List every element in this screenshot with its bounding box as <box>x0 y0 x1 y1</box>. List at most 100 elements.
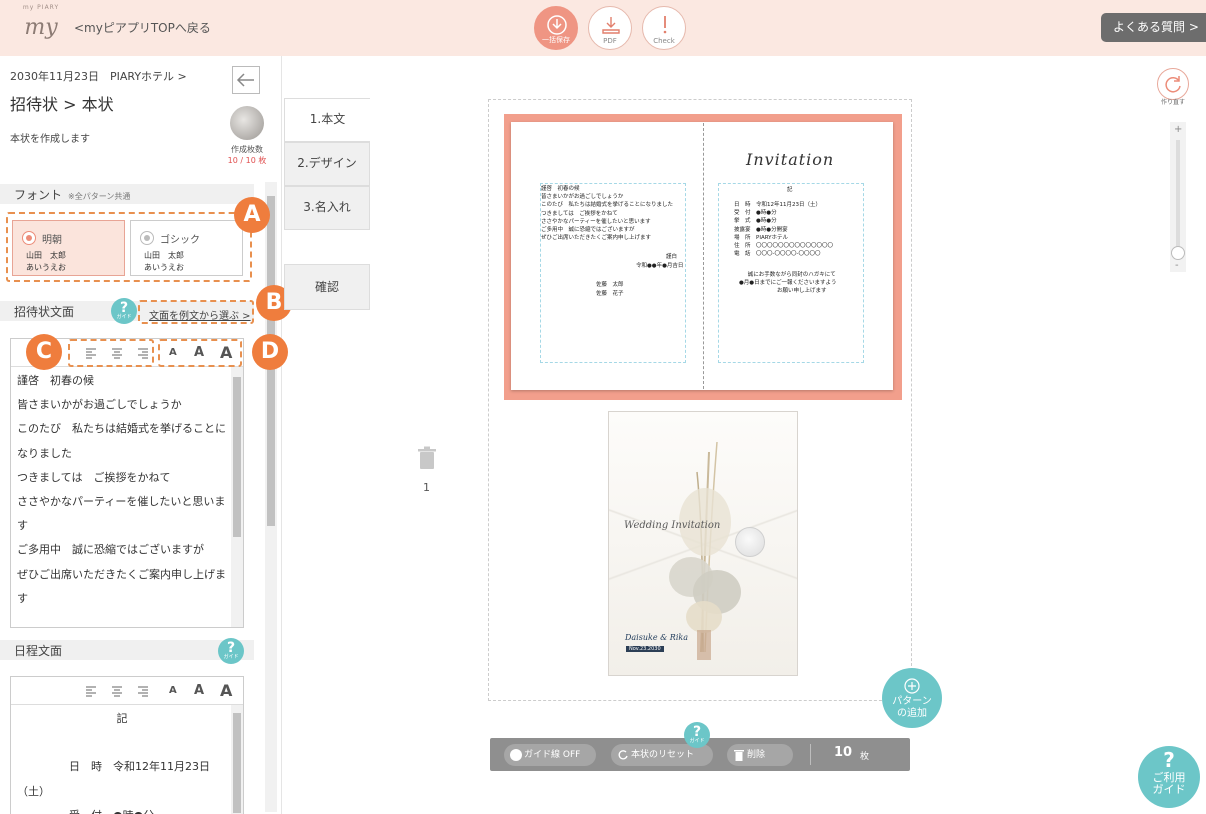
envelope-names: Daisuke & Rika <box>625 633 688 642</box>
font-section-title: フォント <box>14 188 63 202</box>
redo-label: 作り直す <box>1160 99 1185 106</box>
preview-closing: 謹白 <box>666 254 678 260</box>
usage-guide-button[interactable]: ? ご利用ガイド <box>1138 746 1200 808</box>
redo-button[interactable] <box>1157 68 1189 100</box>
bouquet-thumbnail <box>230 106 264 140</box>
schedule-editor[interactable]: A A A 記 日 時 令和12年11月23日 （土） 受 付 ●時●分 <box>10 676 244 814</box>
trash-icon <box>734 750 744 761</box>
font-size-medium[interactable]: A <box>194 683 204 698</box>
preview-right-footer: 誠にお手数ながら同封のハガキにて ●月●日までにご一報くださいますよう お願い申… <box>739 272 837 295</box>
trash-icon[interactable] <box>417 446 437 473</box>
highlight-a-box <box>6 212 252 282</box>
letter-line: す <box>17 519 28 533</box>
guide-label: ガイド <box>116 314 132 320</box>
letter-line: 謹啓 初春の候 <box>17 374 94 387</box>
page-title: 招待状 > 本状 <box>10 95 114 114</box>
confirm-button[interactable]: 確認 <box>284 264 370 310</box>
schedule-line <box>17 731 227 755</box>
add-pattern-button[interactable]: パターンの追加 <box>882 668 942 728</box>
letter-scrollbar[interactable] <box>231 367 243 627</box>
download-all-button[interactable]: 一括保存 <box>534 6 578 50</box>
guide-help-icon[interactable]: ? ガイド <box>218 638 244 664</box>
font-size-small[interactable]: A <box>169 685 177 696</box>
sheet-unit: 枚 <box>860 752 870 762</box>
question-icon: ? <box>1163 748 1175 772</box>
letter-line: ご多用中 誠に恐縮ではございますが <box>17 543 204 557</box>
preview-right-header: 記 <box>787 187 793 193</box>
letter-line: ぜひご出席いただきたくご案内申し上げま <box>17 567 226 581</box>
arrow-left-icon <box>236 73 254 87</box>
pdf-button[interactable]: PDF <box>588 6 632 50</box>
reset-icon <box>618 750 628 760</box>
add-pattern-label: パターンの追加 <box>892 696 932 719</box>
schedule-section-header: 日程文面 <box>0 640 254 660</box>
letter-line: つきましては ご挨拶をかねて <box>17 470 171 484</box>
font-section-header: フォント ※全パターン共通 <box>0 184 254 204</box>
page-subtitle: 本状を作成します <box>10 134 90 145</box>
schedule-scrollbar[interactable] <box>231 705 243 814</box>
schedule-text[interactable]: 記 日 時 令和12年11月23日 （土） 受 付 ●時●分 <box>17 707 227 814</box>
back-arrow-button[interactable] <box>232 66 260 94</box>
align-left-icon[interactable] <box>83 683 99 699</box>
wax-seal-image <box>735 527 765 557</box>
marker-a: A <box>234 197 270 233</box>
preview-name-1: 佐藤 太郎 <box>596 282 624 288</box>
refresh-icon <box>1165 76 1181 93</box>
align-center-icon[interactable] <box>109 683 125 699</box>
font-section-note: ※全パターン共通 <box>68 192 131 201</box>
letter-line: す <box>17 591 28 605</box>
highlight-d-box <box>158 339 242 367</box>
preview-left-text: 謹啓 初春の候 皆さまいかがお過ごしでしょうか このたび 私たちは結婚式を挙げる… <box>541 186 674 242</box>
highlight-c-box <box>68 339 154 367</box>
letter-text[interactable]: 謹啓 初春の候 皆さまいかがお過ごしでしょうか このたび 私たちは結婚式を挙げる… <box>17 369 227 611</box>
highlight-b-box <box>138 300 254 324</box>
faq-button[interactable]: よくある質問 > <box>1101 13 1206 42</box>
pdf-label: PDF <box>603 37 617 45</box>
pdf-download-icon <box>602 17 620 34</box>
reset-label: 本状のリセット <box>631 750 695 760</box>
zoom-in-icon[interactable]: + <box>1174 124 1182 135</box>
letter-line: ささやかなパーティーを催したいと思いま <box>17 494 226 508</box>
guide-lines-toggle[interactable]: ガイド線 OFF <box>504 744 596 766</box>
schedule-line: 日 時 令和12年11月23日 <box>69 760 210 774</box>
sheet-count: 10 <box>834 745 853 760</box>
preview-name-2: 佐藤 花子 <box>596 291 624 297</box>
guide-label: ガイド <box>223 654 239 660</box>
tab-design[interactable]: 2.デザイン <box>284 142 370 186</box>
marker-c: C <box>26 334 62 370</box>
letter-line: なりました <box>17 446 72 460</box>
logo[interactable]: my <box>20 10 62 46</box>
schedule-section-title: 日程文面 <box>14 644 63 658</box>
letter-section-title: 招待状文面 <box>14 305 75 319</box>
marker-d: D <box>252 334 288 370</box>
schedule-toolbar: A A A <box>11 677 243 705</box>
schedule-line: 受 付 ●時●分 <box>17 804 227 814</box>
exclamation-icon <box>663 16 667 34</box>
plus-circle-icon <box>904 678 920 694</box>
back-to-top-link[interactable]: <myピアプリTOPへ戻る <box>74 19 211 36</box>
align-right-icon[interactable] <box>135 683 151 699</box>
delete-button[interactable]: 削除 <box>727 744 793 766</box>
breadcrumb[interactable]: 2030年11月23日 PIARYホテル > <box>10 68 187 84</box>
guide-help-icon[interactable]: ? ガイド <box>111 298 137 324</box>
invitation-title: Invitation <box>746 150 835 169</box>
tab-naming[interactable]: 3.名入れ <box>284 186 370 230</box>
delete-label: 削除 <box>747 750 766 760</box>
panel-scrollbar[interactable] <box>265 182 277 812</box>
toggle-icon <box>510 749 522 761</box>
tab-body[interactable]: 1.本文 <box>284 98 370 142</box>
left-panel: 2030年11月23日 PIARYホテル > 招待状 > 本状 本状を作成します… <box>0 56 282 814</box>
guide-help-icon[interactable]: ? ガイド <box>684 722 710 748</box>
guide-lines-label: ガイド線 OFF <box>524 750 581 760</box>
download-label: 一括保存 <box>542 36 570 44</box>
zoom-slider[interactable]: + - <box>1170 122 1186 272</box>
envelope-date: Nov.23.2030 <box>626 646 664 652</box>
toolbar-divider <box>810 744 811 765</box>
font-size-large[interactable]: A <box>220 681 232 700</box>
letter-editor[interactable]: A A A 謹啓 初春の候 皆さまいかがお過ごしでしょうか このたび 私たちは結… <box>10 338 244 628</box>
envelope-script-title: Wedding Invitation <box>624 520 721 531</box>
preview-right-text: 日 時 令和12年11月23日（土） 受 付 ●時●分 挙 式 ●時●分 披露宴… <box>734 202 834 258</box>
zoom-out-icon[interactable]: - <box>1175 260 1179 271</box>
zoom-handle[interactable] <box>1171 246 1185 260</box>
check-button[interactable]: Check <box>642 6 686 50</box>
